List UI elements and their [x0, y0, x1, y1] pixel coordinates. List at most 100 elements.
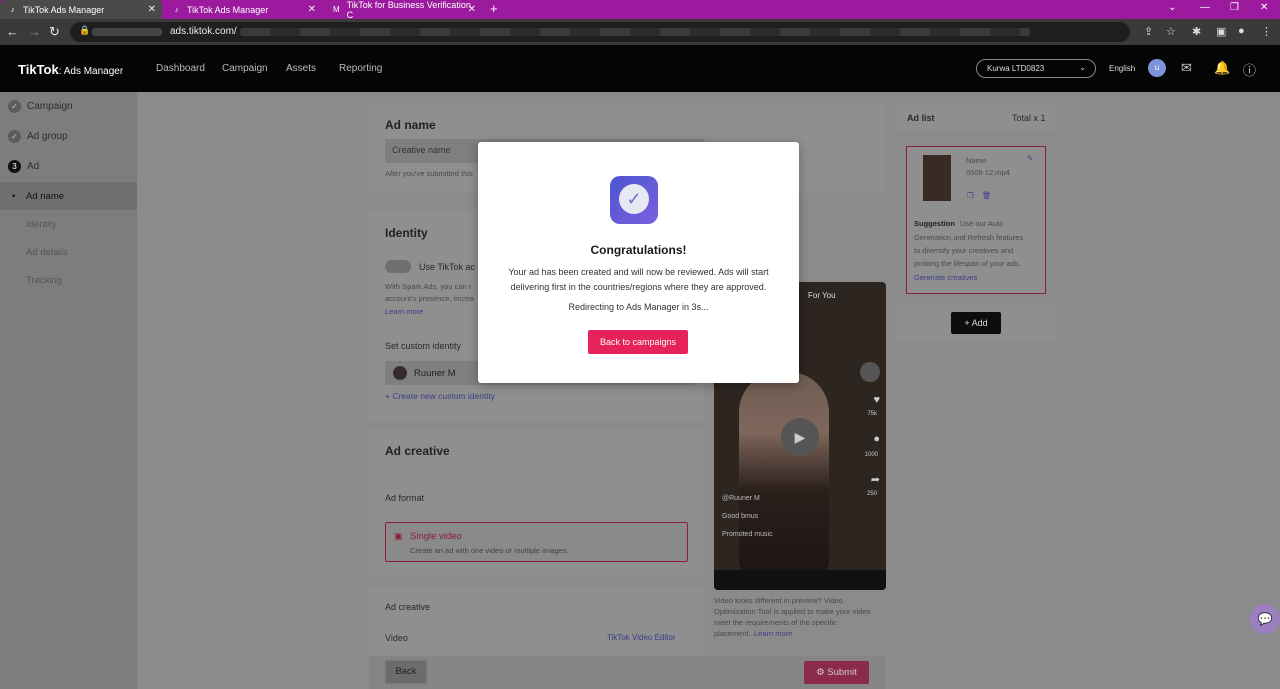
tab-title: TikTok for Business Verification C [346, 0, 471, 20]
edit-icon[interactable]: ✎ [1027, 154, 1033, 163]
preview-note: Video looks different in preview? Video [714, 596, 843, 605]
minimize-icon[interactable]: — [1200, 2, 1210, 13]
tiktok-favicon-icon: ♪ [10, 5, 15, 14]
ad-name-hint: After you've submitted this [385, 169, 473, 178]
nav-dashboard[interactable]: Dashboard [156, 63, 205, 74]
check-icon: ✓ [619, 184, 649, 214]
substep-ad-details[interactable]: Ad details [26, 247, 68, 258]
url-text: ads.tiktok.com/ [170, 26, 237, 37]
bell-icon[interactable]: 🔔 [1214, 60, 1230, 76]
lock-icon: 🔒 [79, 25, 91, 35]
creative-name-chip: Creative name [392, 145, 451, 155]
delete-icon[interactable]: 🗑 [982, 191, 992, 200]
ad-card[interactable]: Name 0509 12.mp4 ✎ ❐ 🗑 Suggestion Use ou… [906, 146, 1046, 294]
close-tab-icon[interactable]: ✕ [148, 4, 156, 15]
ad-list-total: Total x 1 [1012, 113, 1046, 123]
preview-note: meet the requirements of the specific [714, 618, 837, 627]
spark-ads-text: account's presence, increa [385, 294, 474, 303]
tab-search-icon[interactable]: ⌄ [1168, 2, 1176, 13]
check-icon: ✓ [8, 130, 21, 143]
account-name: Kurwa LTD0823 [987, 64, 1045, 73]
back-button[interactable]: Back [385, 660, 427, 684]
spark-ads-text: With Spark Ads, you can r [385, 282, 472, 291]
modal-title: Congratulations! [590, 243, 687, 257]
preview-music: Promoted music [722, 531, 773, 538]
browser-tab[interactable]: M TikTok for Business Verification C ✕ [324, 0, 482, 20]
sidebar-icon[interactable]: ▣ [1216, 25, 1226, 38]
video-editor-link[interactable]: TikTok Video Editor [607, 633, 675, 642]
new-tab-button[interactable]: + [490, 1, 498, 16]
copy-icon[interactable]: ❐ [967, 191, 974, 200]
help-icon[interactable]: ⓘ [1243, 60, 1256, 79]
learn-more-link[interactable]: Learn more [754, 629, 792, 638]
nav-reporting[interactable]: Reporting [339, 63, 382, 74]
substep-active-bg [0, 182, 137, 210]
comment-icon: ● [873, 433, 880, 445]
nav-campaign[interactable]: Campaign [222, 63, 268, 74]
spark-ads-toggle[interactable] [385, 260, 411, 273]
generate-creatives-link[interactable]: Generate creatives [914, 273, 977, 282]
browser-tab[interactable]: ♪ TikTok Ads Manager ✕ [164, 0, 322, 19]
preview-username: @Ruuner M [722, 495, 760, 502]
language-selector[interactable]: English [1109, 64, 1135, 73]
substep-tracking[interactable]: Tracking [26, 275, 62, 286]
substep-identity[interactable]: Identity [26, 219, 57, 230]
modal-body: Your ad has been created and will now be… [508, 267, 769, 292]
browser-tab-bar: ♪ TikTok Ads Manager ✕ ♪ TikTok Ads Mana… [0, 0, 1280, 20]
panel-title: Ad name [385, 118, 436, 132]
account-selector[interactable]: Kurwa LTD0823 ⌄ [976, 59, 1096, 78]
avatar[interactable]: u [1148, 59, 1166, 77]
substep-ad-name[interactable]: Ad name [26, 191, 64, 202]
learn-more-link[interactable]: Learn more [385, 307, 423, 316]
forward-arrow-icon[interactable]: → [28, 24, 41, 39]
close-tab-icon[interactable]: ✕ [308, 4, 316, 15]
panel-title: Ad creative [385, 444, 450, 458]
submit-button[interactable]: ⚙ Submit [804, 661, 869, 684]
custom-identity-label: Set custom identity [385, 341, 462, 351]
back-arrow-icon[interactable]: ← [6, 24, 19, 39]
menu-kebab-icon[interactable]: ⋮ [1261, 25, 1272, 38]
step-campaign[interactable]: ✓ Campaign [8, 100, 73, 113]
heart-icon: ♥ [873, 394, 880, 406]
add-ad-button[interactable]: + Add [951, 312, 1001, 334]
logo-main: TikTok [18, 62, 59, 77]
browser-tab[interactable]: ♪ TikTok Ads Manager ✕ [0, 0, 162, 19]
share-count: 250 [866, 491, 877, 497]
ad-list-header: Ad list Total x 1 [896, 104, 1056, 132]
reload-icon[interactable]: ↻ [49, 24, 60, 40]
gmail-favicon-icon: M [332, 5, 340, 14]
tiktok-favicon-icon: ♪ [174, 5, 179, 14]
ad-creative-panel: Ad creative Ad format ▣ Single video Cre… [369, 430, 703, 575]
close-tab-icon[interactable]: ✕ [468, 4, 476, 15]
tiktok-ads-logo[interactable]: TikTok: Ads Manager [18, 62, 123, 77]
chevron-down-icon: ⌄ [1079, 63, 1086, 72]
address-bar[interactable]: 🔒 ads.tiktok.com/ [70, 22, 1130, 42]
share-icon[interactable]: ⇪ [1144, 25, 1153, 38]
step-sidebar: ✓ Campaign ✓ Ad group 3 Ad • Ad name Ide… [0, 92, 137, 689]
window-close-icon[interactable]: ✕ [1260, 2, 1268, 13]
create-identity-link[interactable]: + Create new custom identity [385, 391, 495, 401]
logo-sub: : Ads Manager [58, 66, 124, 77]
chat-bubble-icon[interactable]: 💬 [1250, 604, 1280, 634]
step-ad-group[interactable]: ✓ Ad group [8, 130, 68, 143]
nav-assets[interactable]: Assets [286, 63, 316, 74]
back-to-campaigns-button[interactable]: Back to campaigns [588, 330, 688, 354]
step-label: Ad [27, 161, 40, 172]
ad-approved-icon: ✓ [610, 176, 658, 224]
extensions-icon[interactable]: ✱ [1192, 25, 1201, 38]
redirect-countdown: Redirecting to Ads Manager in 3s... [568, 302, 709, 312]
congratulations-modal: ✓ Congratulations! Your ad has been crea… [478, 142, 799, 383]
restore-icon[interactable]: ❐ [1230, 2, 1239, 13]
profile-icon[interactable]: ● [1238, 25, 1245, 37]
step-number: 3 [8, 160, 21, 173]
file-name: 0509 12.mp4 [966, 168, 1010, 177]
preview-note: Optimization Tool is applied to make you… [714, 607, 871, 616]
single-video-option[interactable]: ▣ Single video Create an ad with one vid… [385, 522, 688, 562]
inbox-icon[interactable]: ✉ [1181, 60, 1192, 76]
suggestion-text: to diversify your creatives and [914, 246, 1014, 255]
identity-avatar [393, 366, 407, 380]
bookmark-star-icon[interactable]: ☆ [1166, 25, 1176, 38]
app-header: TikTok: Ads Manager Dashboard Campaign A… [0, 45, 1280, 92]
step-ad[interactable]: 3 Ad [8, 160, 39, 173]
play-icon[interactable]: ▶ [781, 418, 819, 456]
